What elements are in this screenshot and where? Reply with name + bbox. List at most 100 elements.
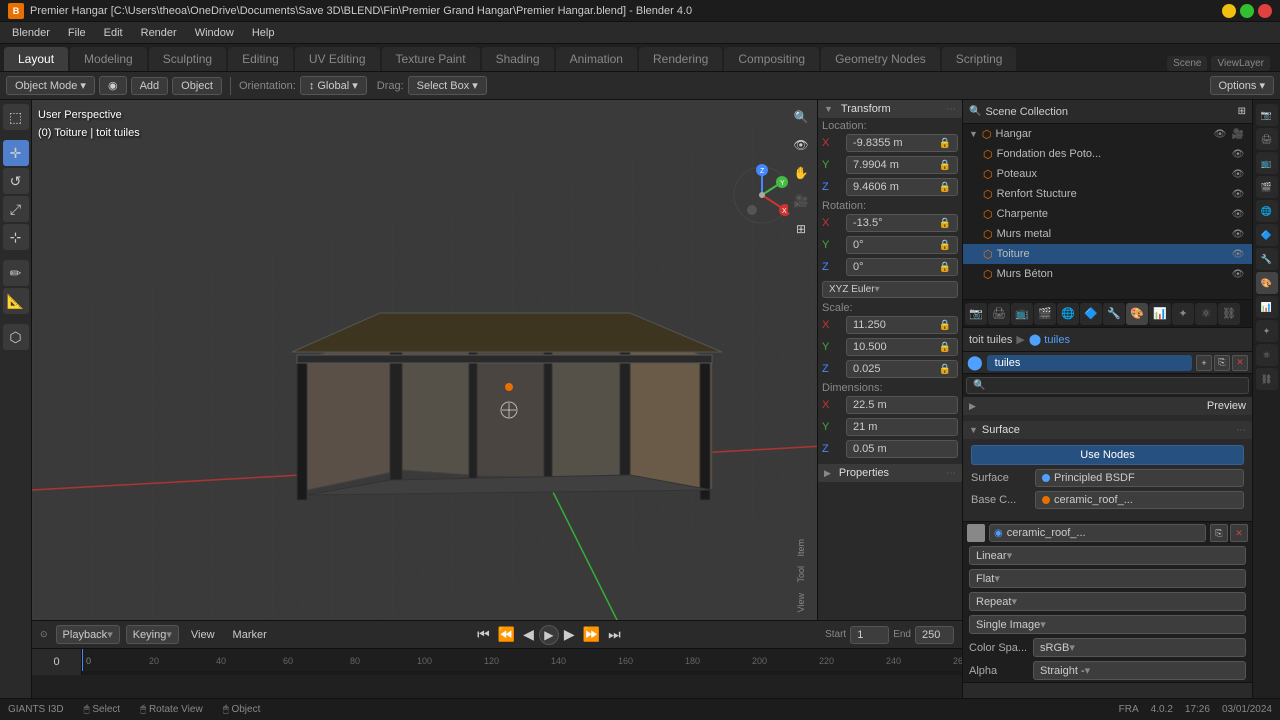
prop-icon-constraints[interactable]: ⛓ <box>1218 303 1240 325</box>
viewport[interactable]: User Perspective (0) Toiture | toit tuil… <box>32 100 817 620</box>
tab-sculpting[interactable]: Sculpting <box>149 47 226 71</box>
breadcrumb-root[interactable]: toit tuiles <box>969 334 1012 346</box>
menu-file[interactable]: File <box>60 25 94 41</box>
dim-z-field[interactable]: 0.05 m <box>846 440 958 458</box>
drag-select[interactable]: Select Box ▾ <box>408 76 487 95</box>
view-tab[interactable]: View <box>796 589 806 616</box>
charpente-vis[interactable]: 👁 <box>1230 206 1246 222</box>
color-space-select[interactable]: sRGB <box>1033 638 1246 657</box>
outliner-toiture[interactable]: ⬡ Toiture 👁 <box>963 244 1252 264</box>
mat-del-btn[interactable]: ✕ <box>1232 355 1248 371</box>
orientation-select[interactable]: ↕ Global ▾ <box>300 76 367 95</box>
fondation-vis[interactable]: 👁 <box>1230 146 1246 162</box>
sidebar-physics-props[interactable]: ⚛ <box>1256 344 1278 366</box>
dim-x-field[interactable]: 22.5 m <box>846 396 958 414</box>
menu-render[interactable]: Render <box>133 25 185 41</box>
select-box-tool[interactable]: ⬚ <box>3 104 29 130</box>
viewport-shading[interactable]: ◉ <box>99 76 127 95</box>
scale-x-lock[interactable]: 🔒 <box>939 320 951 331</box>
renfort-vis[interactable]: 👁 <box>1230 186 1246 202</box>
sidebar-mat-props[interactable]: 🎨 <box>1256 272 1278 294</box>
tab-layout[interactable]: Layout <box>4 47 68 71</box>
scale-tool[interactable]: ⤢ <box>3 196 29 222</box>
mat-new-btn[interactable]: + <box>1196 355 1212 371</box>
play-btn[interactable]: ▶ <box>539 625 559 645</box>
menu-edit[interactable]: Edit <box>96 25 131 41</box>
mat-search-box[interactable]: 🔍 <box>966 377 1249 394</box>
prop-icon-modifier[interactable]: 🔧 <box>1103 303 1125 325</box>
tex-del-btn[interactable]: ✕ <box>1230 524 1248 542</box>
prop-icon-material[interactable]: 🎨 <box>1126 303 1148 325</box>
annotate-tool[interactable]: ✏ <box>3 260 29 286</box>
current-frame-display[interactable]: 0 <box>32 649 82 675</box>
prop-icon-particles[interactable]: ✦ <box>1172 303 1194 325</box>
prop-icon-render[interactable]: 📷 <box>965 303 987 325</box>
dim-y-field[interactable]: 21 m <box>846 418 958 436</box>
material-slot-name[interactable]: tuiles <box>987 355 1192 371</box>
proportional-toggle[interactable]: ⊞ <box>788 216 814 242</box>
sidebar-obj-props[interactable]: 🔷 <box>1256 224 1278 246</box>
close-button[interactable] <box>1258 4 1272 18</box>
texture-name-field[interactable]: ◉ ceramic_roof_... <box>989 524 1206 542</box>
tab-geometry-nodes[interactable]: Geometry Nodes <box>821 47 940 71</box>
rot-y-field[interactable]: 0° 🔒 <box>846 236 958 254</box>
prop-icon-world[interactable]: 🌐 <box>1057 303 1079 325</box>
surface-header[interactable]: ▼ Surface ⋯ <box>963 421 1252 439</box>
start-frame-field[interactable]: 1 <box>850 626 889 644</box>
euler-mode-select[interactable]: XYZ Euler <box>822 281 958 298</box>
outliner-charpente[interactable]: ⬡ Charpente 👁 <box>963 204 1252 224</box>
alpha-select[interactable]: Straight - <box>1033 661 1246 680</box>
surface-bsdf-field[interactable]: Principled BSDF <box>1035 469 1244 487</box>
tab-uv-editing[interactable]: UV Editing <box>295 47 380 71</box>
sidebar-modifier-props[interactable]: 🔧 <box>1256 248 1278 270</box>
sidebar-data-props[interactable]: 📊 <box>1256 296 1278 318</box>
rot-x-field[interactable]: -13.5° 🔒 <box>846 214 958 232</box>
keying-menu[interactable]: Keying <box>126 625 179 644</box>
next-frame-btn[interactable]: ▶ <box>561 626 578 643</box>
sidebar-toggle[interactable]: 🔍 <box>788 104 814 130</box>
murs-beton-vis[interactable]: 👁 <box>1230 266 1246 282</box>
outliner-filter[interactable]: ⊞ <box>1238 106 1246 117</box>
prev-frame-btn[interactable]: ◀ <box>520 626 537 643</box>
tex-copy-btn[interactable]: ⎘ <box>1210 524 1228 542</box>
menu-help[interactable]: Help <box>244 25 283 41</box>
move-tool[interactable]: ✛ <box>3 140 29 166</box>
sidebar-world-props[interactable]: 🌐 <box>1256 200 1278 222</box>
jump-start-btn[interactable]: ⏮ <box>474 626 493 643</box>
outliner-murs-metal[interactable]: ⬡ Murs metal 👁 <box>963 224 1252 244</box>
sidebar-scene-props[interactable]: 🎬 <box>1256 176 1278 198</box>
use-nodes-btn[interactable]: Use Nodes <box>971 445 1244 465</box>
playback-menu[interactable]: Playback <box>56 625 120 644</box>
scale-x-field[interactable]: 11.250 🔒 <box>846 316 958 334</box>
single-image-select[interactable]: Single Image <box>969 615 1246 634</box>
jump-prev-key-btn[interactable]: ⏪ <box>495 626 518 643</box>
properties-header[interactable]: ▶ Properties ⋯ <box>818 464 962 482</box>
mode-select[interactable]: Object Mode ▾ <box>6 76 95 95</box>
tab-rendering[interactable]: Rendering <box>639 47 722 71</box>
tab-shading[interactable]: Shading <box>482 47 554 71</box>
pivot-toggle[interactable]: ✋ <box>788 160 814 186</box>
tab-scripting[interactable]: Scripting <box>942 47 1017 71</box>
scale-z-lock[interactable]: 🔒 <box>939 364 951 375</box>
rotate-tool[interactable]: ↺ <box>3 168 29 194</box>
prop-icon-output[interactable]: 🖨 <box>988 303 1010 325</box>
linear-select[interactable]: Linear <box>969 546 1246 565</box>
prop-icon-data[interactable]: 📊 <box>1149 303 1171 325</box>
loc-z-field[interactable]: 9.4606 m 🔒 <box>846 178 958 196</box>
add-menu[interactable]: Add <box>131 77 169 95</box>
tab-texture-paint[interactable]: Texture Paint <box>382 47 480 71</box>
outliner-murs-beton[interactable]: ⬡ Murs Béton 👁 <box>963 264 1252 284</box>
loc-x-field[interactable]: -9.8355 m 🔒 <box>846 134 958 152</box>
marker-menu[interactable]: Marker <box>227 627 273 643</box>
tab-compositing[interactable]: Compositing <box>724 47 819 71</box>
outliner-poteaux[interactable]: ⬡ Poteaux 👁 <box>963 164 1252 184</box>
rot-x-lock[interactable]: 🔒 <box>939 218 951 229</box>
jump-end-btn[interactable]: ⏭ <box>605 626 624 643</box>
base-color-field[interactable]: ceramic_roof_... <box>1035 491 1244 509</box>
menu-blender[interactable]: Blender <box>4 25 58 41</box>
scale-y-field[interactable]: 10.500 🔒 <box>846 338 958 356</box>
preview-header[interactable]: ▶ Preview <box>963 397 1252 415</box>
mat-copy-btn[interactable]: ⎘ <box>1214 355 1230 371</box>
loc-z-lock[interactable]: 🔒 <box>939 182 951 193</box>
snap-toggle[interactable]: 🎥 <box>788 188 814 214</box>
